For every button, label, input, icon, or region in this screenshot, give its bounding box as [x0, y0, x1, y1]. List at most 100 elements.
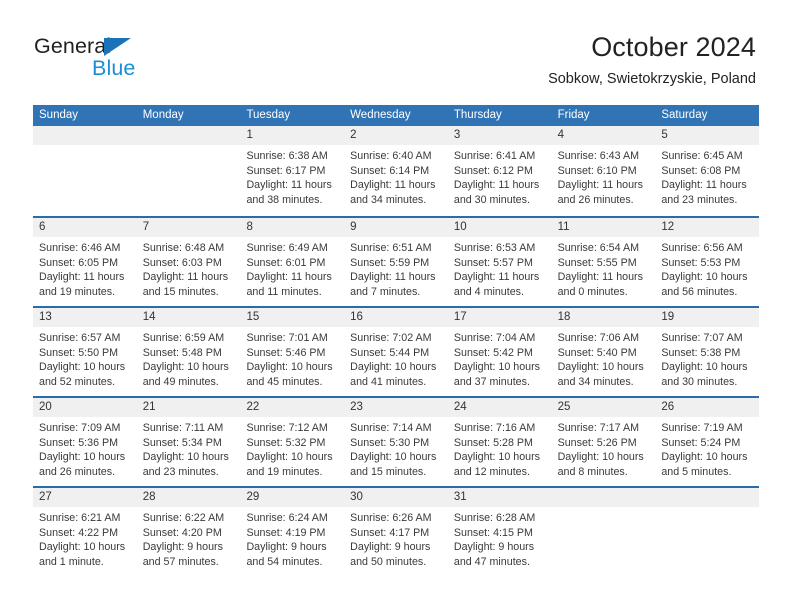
day-info-line: Sunset: 4:22 PM	[39, 526, 119, 539]
day-sun-info: Sunrise: 6:41 AM Sunset: 6:12 PM Daylight:…	[448, 145, 552, 207]
day-sun-info: Sunrise: 6:45 AM Sunset: 6:08 PM Daylight:…	[655, 145, 759, 207]
calendar-day-cell[interactable]: 4 Sunrise: 6:43 AM Sunset: 6:10 PM Daylight…	[551, 126, 656, 216]
day-info-line: Sunrise: 6:57 AM	[39, 332, 121, 344]
day-sun-info: Sunrise: 7:04 AM Sunset: 5:42 PM Daylight:…	[448, 327, 552, 389]
calendar-day-cell[interactable]: 30 Sunrise: 6:26 AM Sunset: 4:17 PM Dayligh…	[344, 488, 448, 576]
calendar-day-cell[interactable]: 19 Sunrise: 7:07 AM Sunset: 5:38 PM Dayligh…	[655, 308, 760, 396]
day-info-line: Sunrise: 7:02 AM	[350, 332, 432, 344]
day-info-line: Sunset: 5:46 PM	[246, 346, 326, 359]
day-info-line: Sunset: 6:05 PM	[39, 256, 119, 269]
day-info-line: Sunset: 5:44 PM	[350, 346, 430, 359]
day-info-line: Sunrise: 7:06 AM	[557, 332, 639, 344]
day-info-line: Sunset: 6:10 PM	[557, 164, 637, 177]
calendar-day-cell[interactable]: 15 Sunrise: 7:01 AM Sunset: 5:46 PM Dayligh…	[240, 308, 345, 396]
day-info-line: Sunrise: 7:12 AM	[246, 422, 328, 434]
day-info-line: Daylight: 11 hours	[557, 271, 643, 284]
calendar-day-cell[interactable]: 6 Sunrise: 6:46 AM Sunset: 6:05 PM Daylight…	[33, 218, 137, 306]
day-info-line: Daylight: 10 hours	[557, 361, 644, 374]
day-info-line: and 30 minutes.	[661, 375, 738, 388]
calendar-day-cell[interactable]: 12 Sunrise: 6:56 AM Sunset: 5:53 PM Dayligh…	[655, 218, 760, 306]
day-info-line: Daylight: 10 hours	[453, 451, 541, 464]
day-number: 4	[551, 126, 656, 145]
calendar-day-cell[interactable]: 1 Sunrise: 6:38 AM Sunset: 6:17 PM Daylight…	[240, 126, 345, 216]
day-info-line: and 0 minutes.	[557, 285, 628, 298]
calendar-day-cell[interactable]: 3 Sunrise: 6:41 AM Sunset: 6:12 PM Daylight…	[447, 126, 552, 216]
calendar-day-cell[interactable]: 18 Sunrise: 7:06 AM Sunset: 5:40 PM Dayligh…	[551, 308, 656, 396]
calendar-day-cell[interactable]: 25 Sunrise: 7:17 AM Sunset: 5:26 PM Dayligh…	[551, 398, 656, 486]
day-info-line: Sunrise: 6:24 AM	[246, 512, 328, 524]
calendar-day-cell[interactable]: 2 Sunrise: 6:40 AM Sunset: 6:14 PM Daylight…	[344, 126, 448, 216]
day-number: 23	[344, 398, 448, 417]
calendar-day-cell[interactable]: 20 Sunrise: 7:09 AM Sunset: 5:36 PM Dayligh…	[33, 398, 137, 486]
day-info-line: Sunset: 5:38 PM	[661, 346, 741, 359]
calendar-day-cell[interactable]: 7 Sunrise: 6:48 AM Sunset: 6:03 PM Daylight…	[136, 218, 241, 306]
day-sun-info: Sunrise: 6:26 AM Sunset: 4:17 PM Daylight:…	[344, 507, 448, 569]
day-info-line: Daylight: 11 hours	[350, 271, 436, 284]
day-number: 28	[136, 488, 241, 507]
calendar-day-cell[interactable]: 5 Sunrise: 6:45 AM Sunset: 6:08 PM Daylight…	[655, 126, 760, 216]
day-info-line: and 52 minutes.	[39, 375, 116, 388]
day-info-line: Sunrise: 6:49 AM	[246, 242, 328, 254]
day-sun-info: Sunrise: 6:22 AM Sunset: 4:20 PM Daylight:…	[137, 507, 241, 569]
day-number: 9	[344, 218, 448, 237]
day-sun-info: Sunrise: 7:16 AM Sunset: 5:28 PM Daylight:…	[448, 417, 552, 479]
day-number: 20	[33, 398, 137, 417]
calendar-day-cell[interactable]: 29 Sunrise: 6:24 AM Sunset: 4:19 PM Dayligh…	[240, 488, 345, 576]
day-info-line: and 11 minutes.	[246, 285, 322, 298]
calendar-day-cell[interactable]: 26 Sunrise: 7:19 AM Sunset: 5:24 PM Dayligh…	[655, 398, 760, 486]
calendar-day-cell[interactable]: 24 Sunrise: 7:16 AM Sunset: 5:28 PM Dayligh…	[447, 398, 552, 486]
day-sun-info: Sunrise: 6:46 AM Sunset: 6:05 PM Daylight:…	[33, 237, 137, 299]
calendar-day-cell[interactable]: 31 Sunrise: 6:28 AM Sunset: 4:15 PM Dayligh…	[447, 488, 552, 576]
weekday-header-saturday: Saturday	[661, 109, 708, 121]
day-number: 11	[551, 218, 656, 237]
calendar-day-cell[interactable]: 10 Sunrise: 6:53 AM Sunset: 5:57 PM Dayligh…	[447, 218, 552, 306]
day-info-line: Sunset: 5:24 PM	[661, 436, 741, 449]
day-sun-info: Sunrise: 6:38 AM Sunset: 6:17 PM Daylight:…	[240, 145, 344, 207]
day-info-line: Daylight: 10 hours	[142, 361, 229, 374]
day-info-line: and 26 minutes.	[557, 193, 634, 206]
day-number	[551, 488, 656, 507]
day-info-line: Sunrise: 7:09 AM	[39, 422, 121, 434]
calendar-week-row: 1 Sunrise: 6:38 AM Sunset: 6:17 PM Daylight…	[33, 126, 760, 216]
day-info-line: Daylight: 10 hours	[39, 541, 126, 554]
day-info-line: Sunrise: 6:45 AM	[661, 150, 743, 162]
day-info-line: Sunset: 4:15 PM	[453, 526, 533, 539]
day-info-line: and 30 minutes.	[453, 193, 530, 206]
calendar-day-cell[interactable]: 14 Sunrise: 6:59 AM Sunset: 5:48 PM Dayligh…	[136, 308, 241, 396]
calendar-day-cell[interactable]: 9 Sunrise: 6:51 AM Sunset: 5:59 PM Daylight…	[344, 218, 448, 306]
day-info-line: Daylight: 11 hours	[453, 271, 540, 284]
weekday-header-thursday: Thursday	[453, 109, 502, 121]
day-sun-info: Sunrise: 6:59 AM Sunset: 5:48 PM Daylight:…	[137, 327, 241, 389]
page-title: October 2024	[591, 32, 756, 62]
day-info-line: Sunrise: 7:19 AM	[661, 422, 743, 434]
weekday-header-row: Sunday Monday Tuesday Wednesday Thursday…	[33, 105, 759, 126]
calendar-day-cell[interactable]: 16 Sunrise: 7:02 AM Sunset: 5:44 PM Dayligh…	[344, 308, 448, 396]
day-info-line: and 1 minute.	[39, 555, 104, 568]
day-sun-info: Sunrise: 6:24 AM Sunset: 4:19 PM Daylight:…	[240, 507, 344, 569]
day-sun-info	[552, 507, 656, 511]
calendar-day-cell[interactable]: 11 Sunrise: 6:54 AM Sunset: 5:55 PM Dayligh…	[551, 218, 656, 306]
day-info-line: Daylight: 10 hours	[453, 361, 541, 374]
day-sun-info	[137, 145, 241, 149]
day-info-line: Daylight: 10 hours	[661, 451, 748, 464]
calendar-day-cell[interactable]: 17 Sunrise: 7:04 AM Sunset: 5:42 PM Dayligh…	[447, 308, 552, 396]
calendar-day-cell[interactable]: 21 Sunrise: 7:11 AM Sunset: 5:34 PM Dayligh…	[136, 398, 241, 486]
calendar-week-row: 20 Sunrise: 7:09 AM Sunset: 5:36 PM Dayligh…	[33, 396, 760, 486]
day-info-line: Sunrise: 6:51 AM	[350, 242, 432, 254]
day-info-line: and 7 minutes.	[350, 285, 421, 298]
day-info-line: Sunset: 5:40 PM	[557, 346, 637, 359]
day-number: 8	[240, 218, 345, 237]
day-info-line: and 4 minutes.	[453, 285, 524, 298]
calendar-day-cell[interactable]: 23 Sunrise: 7:14 AM Sunset: 5:30 PM Dayligh…	[344, 398, 448, 486]
day-info-line: Sunrise: 6:41 AM	[453, 150, 536, 162]
calendar-day-cell[interactable]: 13 Sunrise: 6:57 AM Sunset: 5:50 PM Dayligh…	[33, 308, 137, 396]
day-info-line: Sunrise: 6:43 AM	[557, 150, 639, 162]
calendar-day-cell[interactable]: 22 Sunrise: 7:12 AM Sunset: 5:32 PM Dayligh…	[240, 398, 345, 486]
day-sun-info: Sunrise: 6:56 AM Sunset: 5:53 PM Daylight:…	[655, 237, 759, 299]
day-info-line: Sunset: 5:34 PM	[142, 436, 222, 449]
day-info-line: Daylight: 10 hours	[350, 361, 437, 374]
calendar-day-cell[interactable]: 28 Sunrise: 6:22 AM Sunset: 4:20 PM Dayligh…	[136, 488, 241, 576]
calendar-day-cell[interactable]: 8 Sunrise: 6:49 AM Sunset: 6:01 PM Daylight…	[240, 218, 345, 306]
logo-general-blue[interactable]: General Blue	[34, 34, 214, 86]
calendar-day-cell[interactable]: 27 Sunrise: 6:21 AM Sunset: 4:22 PM Dayligh…	[33, 488, 137, 576]
